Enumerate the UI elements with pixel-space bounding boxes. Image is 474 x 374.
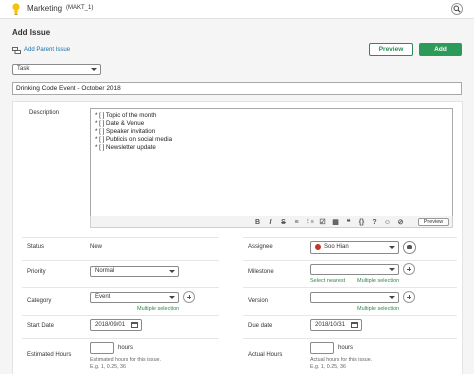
status-label: Status	[27, 244, 45, 250]
description-line: * [ ] Speaker invitation	[95, 128, 156, 135]
top-bar: Marketing (MAKT_1)	[0, 0, 474, 19]
category-multiple-selection-link[interactable]: Multiple selection	[137, 306, 179, 312]
description-label: Description	[29, 110, 60, 116]
divider	[22, 338, 219, 339]
description-line: * [ ] Publicis on social media	[95, 136, 173, 143]
page-title: Add Issue	[12, 28, 51, 37]
estimated-hours-label: Estimated Hours	[27, 352, 72, 358]
search-icon	[453, 5, 461, 13]
editor-toolbar: B I S ≡ ⋮≡ ☑ ▦ ❝ {} ? ☺ ⊘ Preview	[90, 216, 453, 228]
issue-type-value: Task	[17, 66, 30, 72]
assignee-value: Soo Hian	[324, 244, 349, 250]
estimated-hours-input[interactable]	[90, 342, 114, 354]
code-icon[interactable]: {}	[355, 219, 368, 226]
version-select[interactable]	[310, 292, 399, 303]
chevron-down-icon	[389, 296, 395, 299]
quote-icon[interactable]: ❝	[342, 218, 355, 226]
help-icon[interactable]: ?	[368, 219, 381, 226]
status-value: New	[90, 244, 103, 250]
priority-value: Normal	[95, 268, 115, 274]
estimated-hours-hint: Estimated hours for this issue.	[90, 357, 161, 363]
divider	[243, 260, 457, 261]
add-version-button[interactable]	[403, 291, 415, 303]
assignee-select[interactable]: Soo Hian	[310, 241, 399, 254]
lightbulb-icon	[12, 3, 20, 15]
version-label: Version	[248, 298, 269, 304]
chevron-down-icon	[169, 270, 175, 273]
summary-input[interactable]: Drinking Code Event - October 2018	[12, 82, 462, 95]
divider	[243, 338, 457, 339]
chevron-down-icon	[169, 296, 175, 299]
divider	[243, 315, 457, 316]
start-date-label: Start Date	[27, 323, 55, 329]
attach-icon[interactable]: ⊘	[394, 218, 407, 226]
add-parent-issue-label[interactable]: Add Parent Issue	[24, 47, 70, 53]
divider	[243, 287, 457, 288]
description-textarea[interactable]: * [ ] Topic of the month * [ ] Date & Ve…	[90, 108, 453, 217]
actual-hours-hint: Actual hours for this issue.	[310, 357, 373, 363]
milestone-multiple-selection-link[interactable]: Multiple selection	[357, 278, 399, 284]
due-date-input[interactable]: 2018/10/31	[310, 319, 362, 331]
divider	[22, 287, 219, 288]
priority-select[interactable]: Normal	[90, 266, 179, 277]
add-milestone-button[interactable]	[403, 263, 415, 275]
assignee-label: Assignee	[248, 244, 273, 250]
milestone-select[interactable]	[310, 264, 399, 275]
parent-issue-icon	[12, 46, 21, 54]
strikethrough-icon[interactable]: S	[277, 219, 290, 226]
chevron-down-icon	[389, 268, 395, 271]
avatar	[315, 244, 321, 250]
estimated-hours-unit: hours	[118, 345, 134, 351]
numbered-list-icon[interactable]: ⋮≡	[303, 219, 316, 225]
estimated-hours-example: E.g. 1, 0.25, 36	[90, 364, 126, 370]
actual-hours-input[interactable]	[310, 342, 334, 354]
description-line: * [ ] Newsletter update	[95, 144, 156, 151]
category-label: Category	[27, 298, 52, 304]
add-parent-issue-link[interactable]: Add Parent Issue	[12, 46, 70, 54]
chevron-down-icon	[389, 246, 395, 249]
description-line: * [ ] Topic of the month	[95, 112, 157, 119]
milestone-select-nearest-link[interactable]: Select nearest	[310, 278, 345, 284]
divider	[243, 237, 457, 238]
calendar-icon[interactable]	[131, 322, 138, 328]
add-button[interactable]: Add	[419, 43, 462, 56]
checklist-icon[interactable]: ☑	[316, 218, 329, 226]
milestone-label: Milestone	[248, 269, 274, 275]
calendar-icon[interactable]	[351, 322, 358, 328]
description-line: * [ ] Date & Venue	[95, 120, 145, 127]
divider	[22, 237, 219, 238]
italic-icon[interactable]: I	[264, 219, 277, 226]
start-date-value: 2018/09/01	[95, 322, 126, 328]
search-button[interactable]	[451, 3, 463, 15]
version-multiple-selection-link[interactable]: Multiple selection	[357, 306, 399, 312]
project-name[interactable]: Marketing	[27, 4, 62, 13]
due-date-value: 2018/10/31	[315, 322, 346, 328]
category-value: Event	[95, 294, 111, 300]
list-icon[interactable]: ≡	[290, 219, 303, 226]
project-key: (MAKT_1)	[66, 5, 94, 11]
issue-type-select[interactable]: Task	[12, 64, 101, 75]
preview-button[interactable]: Preview	[369, 43, 413, 56]
actual-hours-label: Actual Hours	[248, 352, 283, 358]
assign-to-myself-button[interactable]	[403, 241, 416, 254]
editor-preview-button[interactable]: Preview	[418, 218, 449, 226]
table-icon[interactable]: ▦	[329, 218, 342, 226]
due-date-label: Due date	[248, 323, 273, 329]
chevron-down-icon	[91, 68, 97, 71]
priority-label: Priority	[27, 269, 46, 275]
category-select[interactable]: Event	[90, 292, 179, 303]
actual-hours-example: E.g. 1, 0.25, 36	[310, 364, 346, 370]
bold-icon[interactable]: B	[251, 219, 264, 226]
add-category-button[interactable]	[183, 291, 195, 303]
divider	[22, 315, 219, 316]
divider	[22, 260, 219, 261]
actual-hours-unit: hours	[338, 345, 354, 351]
start-date-input[interactable]: 2018/09/01	[90, 319, 142, 331]
emoji-icon[interactable]: ☺	[381, 219, 394, 226]
